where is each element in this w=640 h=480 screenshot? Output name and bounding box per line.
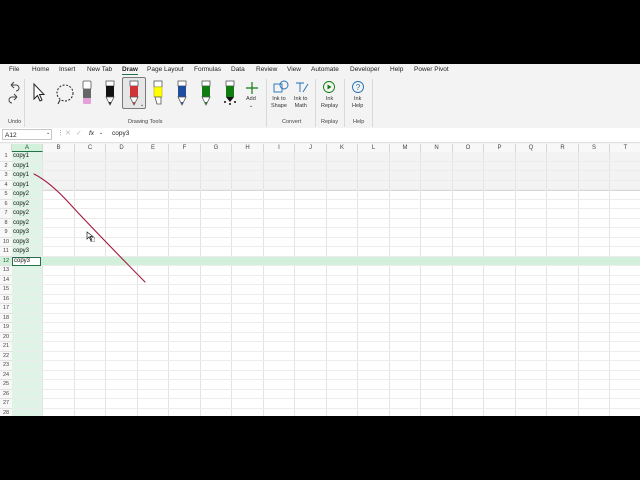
ink-stroke <box>33 173 146 283</box>
excel-window: File Home Insert New Tab Draw Page Layou… <box>0 64 640 416</box>
move-cursor-icon <box>86 231 95 242</box>
